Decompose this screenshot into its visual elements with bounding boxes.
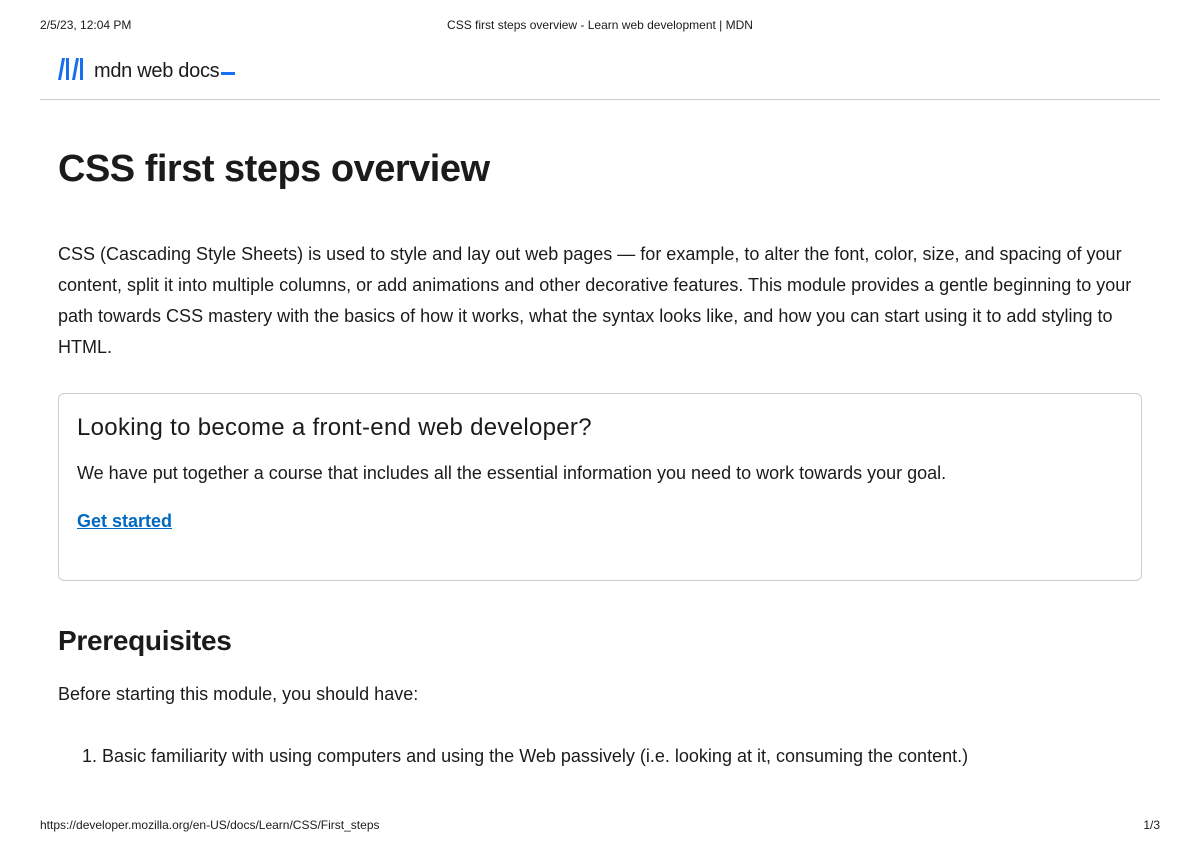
print-header: 2/5/23, 12:04 PM CSS first steps overvie… — [0, 0, 1200, 40]
get-started-link[interactable]: Get started — [77, 511, 172, 531]
mdn-logo-text: mdn web docs — [94, 60, 235, 83]
callout-text: We have put together a course that inclu… — [77, 460, 1123, 487]
page-title: CSS first steps overview — [58, 148, 1142, 191]
mdn-logo: mdn web docs — [56, 58, 1200, 85]
print-page-number: 1/3 — [1143, 818, 1160, 832]
print-footer: https://developer.mozilla.org/en-US/docs… — [40, 818, 1160, 832]
logo-section: mdn web docs — [0, 40, 1200, 99]
mdn-logo-mark-icon — [56, 58, 86, 85]
prerequisites-intro: Before starting this module, you should … — [58, 681, 1142, 708]
prerequisites-heading: Prerequisites — [58, 625, 1142, 657]
print-url: https://developer.mozilla.org/en-US/docs… — [40, 818, 380, 832]
logo-underscore-icon — [221, 72, 235, 75]
intro-paragraph: CSS (Cascading Style Sheets) is used to … — [58, 239, 1142, 363]
callout-title: Looking to become a front-end web develo… — [77, 414, 1123, 442]
main-content: CSS first steps overview CSS (Cascading … — [0, 100, 1200, 771]
list-item: Basic familiarity with using computers a… — [102, 742, 1142, 771]
print-doc-title: CSS first steps overview - Learn web dev… — [447, 18, 753, 32]
print-timestamp: 2/5/23, 12:04 PM — [40, 18, 131, 32]
callout-box: Looking to become a front-end web develo… — [58, 393, 1142, 581]
prerequisites-list: Basic familiarity with using computers a… — [58, 742, 1142, 771]
